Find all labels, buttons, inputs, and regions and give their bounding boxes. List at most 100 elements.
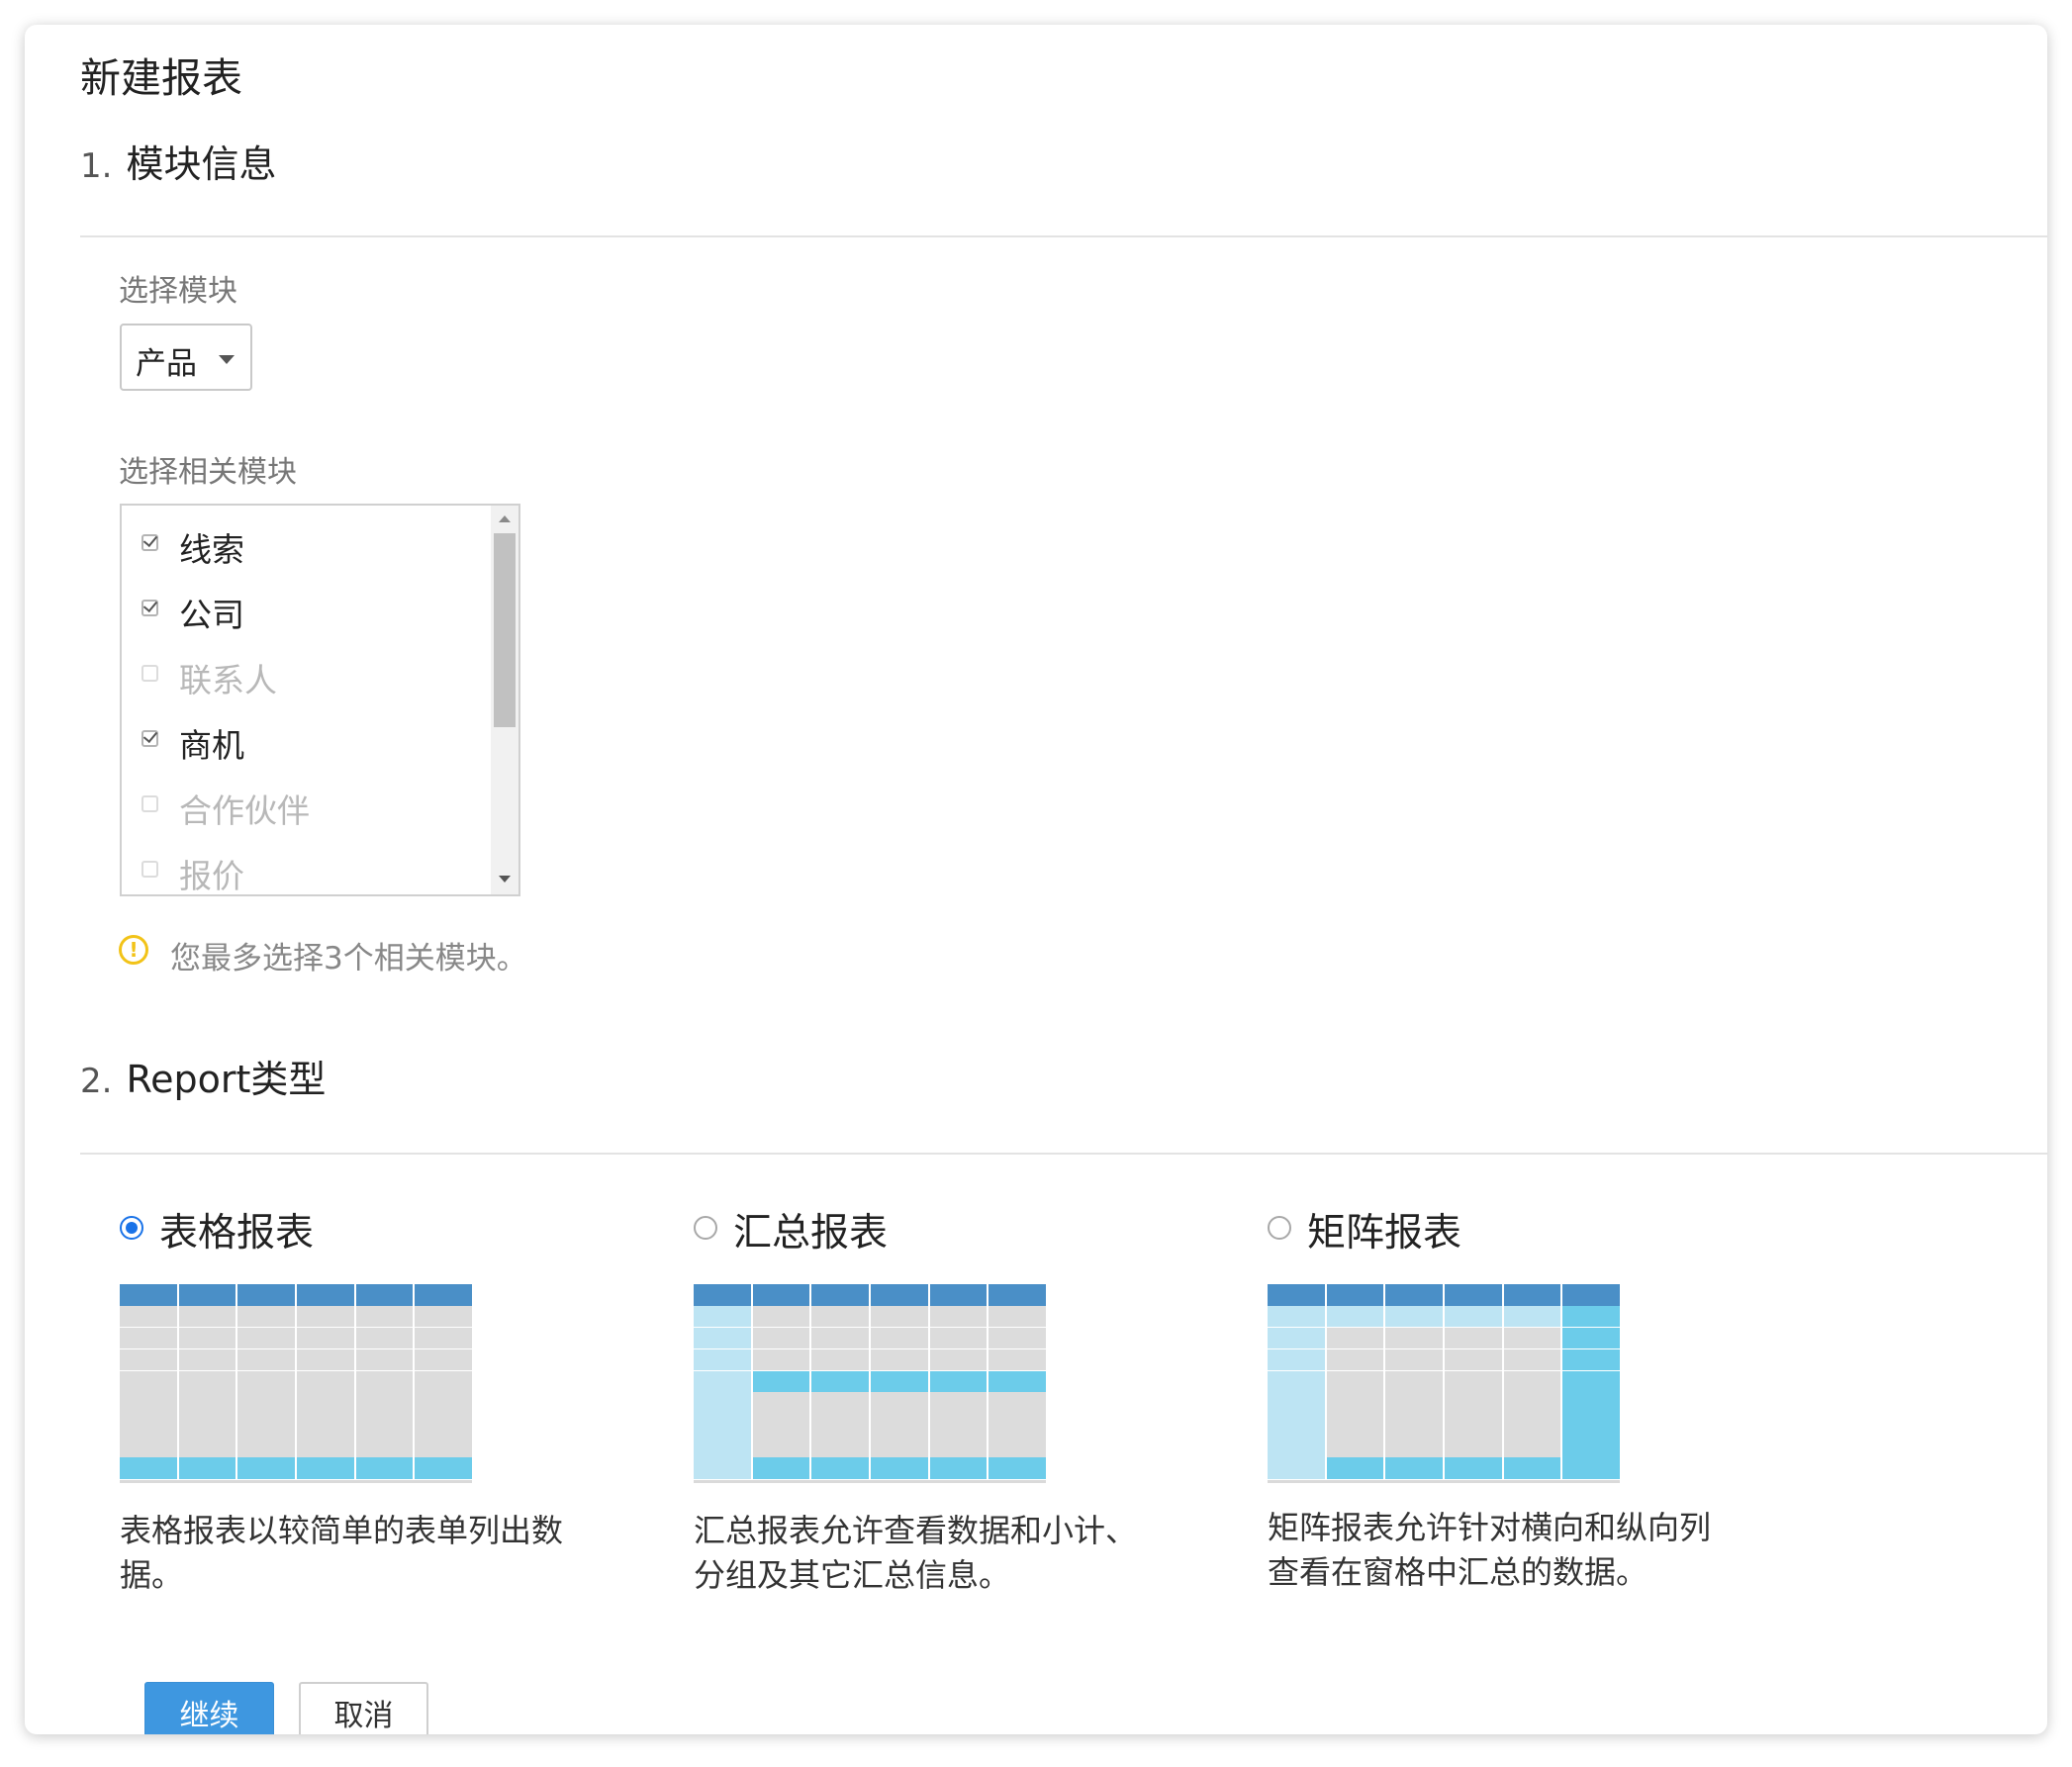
preview-cell	[1268, 1414, 1325, 1436]
preview-cell	[1326, 1348, 1384, 1371]
preview-cell	[694, 1305, 751, 1328]
preview-cell	[178, 1284, 236, 1306]
section-number: 1.	[80, 146, 113, 186]
divider	[80, 1153, 2047, 1155]
preview-row	[694, 1284, 1047, 1306]
section-report-type-heading: 2. Report类型	[80, 1049, 326, 1103]
preview-cell	[1503, 1348, 1561, 1371]
preview-row	[694, 1392, 1047, 1414]
preview-cell	[811, 1284, 870, 1306]
preview-cell	[1268, 1327, 1325, 1349]
preview-cell	[1385, 1284, 1444, 1306]
preview-cell	[178, 1305, 236, 1328]
preview-cell	[1326, 1284, 1384, 1306]
preview-cell	[811, 1370, 870, 1393]
related-modules-list[interactable]: 线索 公司 联系人 商机 合作伙伴 报价	[120, 504, 520, 896]
report-type-label: 表格报表	[159, 1211, 315, 1256]
module-select-value: 产品	[136, 346, 197, 382]
checkbox[interactable]	[141, 665, 158, 682]
continue-button[interactable]: 继续	[144, 1682, 274, 1734]
list-item[interactable]: 报价	[122, 846, 490, 895]
module-select[interactable]: 产品	[120, 324, 252, 391]
preview-cell	[694, 1370, 751, 1393]
scrollbar[interactable]	[491, 506, 518, 894]
preview-cell	[811, 1327, 870, 1349]
preview-cell	[752, 1305, 810, 1328]
checkbox[interactable]	[141, 795, 158, 812]
list-item[interactable]: 线索	[122, 519, 490, 579]
preview-cell	[1503, 1414, 1561, 1436]
list-item[interactable]: 公司	[122, 585, 490, 644]
preview-cell	[811, 1305, 870, 1328]
preview-cell	[415, 1370, 473, 1393]
section-module-info-heading: 1. 模块信息	[80, 134, 276, 188]
preview-cell	[694, 1457, 751, 1479]
preview-row	[1268, 1327, 1621, 1349]
preview-row	[694, 1370, 1047, 1393]
preview-cell	[178, 1348, 236, 1371]
checkbox[interactable]	[141, 861, 158, 878]
preview-cell	[355, 1305, 414, 1328]
preview-cell	[752, 1348, 810, 1371]
preview-cell	[811, 1457, 870, 1479]
preview-cell	[120, 1348, 177, 1371]
preview-cell	[355, 1370, 414, 1393]
scroll-up-arrow-icon[interactable]	[499, 515, 511, 522]
report-type-description: 矩阵报表允许针对横向和纵向列查看在窗格中汇总的数据。	[1268, 1509, 1712, 1591]
radio-button[interactable]	[120, 1216, 143, 1240]
preview-row	[694, 1457, 1047, 1479]
report-type-label: 矩阵报表	[1307, 1211, 1462, 1256]
preview-cell	[929, 1305, 988, 1328]
list-item-label: 报价	[179, 857, 244, 895]
list-item[interactable]: 合作伙伴	[122, 781, 490, 840]
checkbox[interactable]	[141, 727, 158, 747]
preview-cell	[1268, 1370, 1325, 1393]
preview-cell	[752, 1436, 810, 1457]
preview-cell	[694, 1284, 751, 1306]
preview-cell	[811, 1348, 870, 1371]
preview-cell	[297, 1436, 354, 1457]
list-item[interactable]: 商机	[122, 715, 490, 775]
list-item[interactable]: 联系人	[122, 650, 490, 709]
preview-cell	[120, 1392, 177, 1414]
preview-cell	[297, 1327, 354, 1349]
preview-cell	[811, 1436, 870, 1457]
preview-cell	[871, 1348, 928, 1371]
preview-cell	[1268, 1348, 1325, 1371]
preview-cell	[752, 1414, 810, 1436]
preview-cell	[1326, 1327, 1384, 1349]
checkbox[interactable]	[141, 597, 158, 616]
list-item-label: 线索	[179, 530, 244, 569]
preview-cell	[297, 1348, 354, 1371]
preview-cell	[1503, 1457, 1561, 1479]
preview-cell	[120, 1327, 177, 1349]
new-report-dialog: 新建报表 1. 模块信息 选择模块 产品 选择相关模块 线索 公司 联系人 商机 …	[25, 25, 2047, 1734]
preview-cell	[237, 1284, 296, 1306]
section-title: 模块信息	[126, 142, 277, 186]
scroll-thumb[interactable]	[494, 533, 516, 727]
preview-cell	[355, 1436, 414, 1457]
preview-cell	[752, 1327, 810, 1349]
section-number: 2.	[80, 1062, 113, 1101]
preview-cell	[989, 1305, 1047, 1328]
preview-cell	[297, 1392, 354, 1414]
preview-cell	[929, 1370, 988, 1393]
preview-cell	[871, 1414, 928, 1436]
preview-row	[120, 1414, 473, 1436]
preview-cell	[120, 1305, 177, 1328]
preview-cell	[178, 1436, 236, 1457]
preview-cell	[297, 1414, 354, 1436]
preview-cell	[1385, 1327, 1444, 1349]
cancel-button[interactable]: 取消	[299, 1682, 428, 1734]
preview-row	[694, 1436, 1047, 1457]
checkbox[interactable]	[141, 531, 158, 551]
preview-cell	[1503, 1327, 1561, 1349]
preview-cell	[929, 1348, 988, 1371]
preview-cell	[694, 1327, 751, 1349]
radio-button[interactable]	[1268, 1216, 1291, 1240]
scroll-down-arrow-icon[interactable]	[499, 876, 511, 883]
preview-cell	[415, 1457, 473, 1479]
preview-cell	[1326, 1457, 1384, 1479]
preview-cell	[1268, 1392, 1325, 1414]
radio-button[interactable]	[694, 1216, 717, 1240]
